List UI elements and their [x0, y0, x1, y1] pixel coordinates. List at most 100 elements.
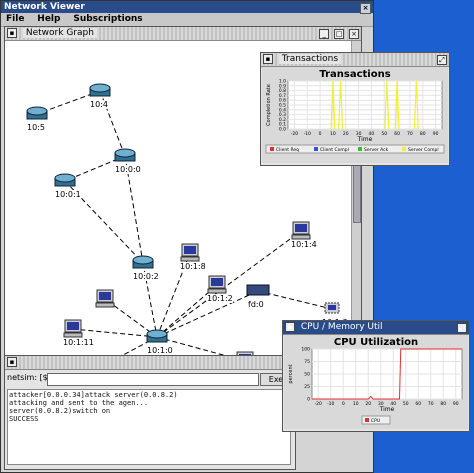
y-tick-label: 100 [301, 347, 310, 353]
x-tick-label: 10 [330, 131, 336, 137]
console-input-row: netsim: [$ Exe [7, 373, 292, 386]
transactions-titlebar[interactable]: ▪ Transactions ⤢ [261, 53, 449, 67]
node-label: 10:1:0 [147, 346, 173, 355]
x-tick-label: -10 [304, 131, 311, 137]
router-icon[interactable] [26, 106, 48, 120]
x-tick-label: 50 [381, 131, 387, 137]
x-tick-label: 70 [407, 131, 413, 137]
chart-title: Transactions [319, 69, 390, 80]
router-icon[interactable] [89, 83, 111, 97]
x-tick-label: 60 [415, 401, 421, 407]
cpu-titlebar[interactable]: ▪ CPU / Memory Util ⤢ [283, 321, 469, 335]
y-tick-label: 25 [304, 384, 310, 390]
x-tick-label: 90 [433, 131, 439, 137]
router-top [132, 255, 154, 265]
router-icon[interactable] [146, 329, 168, 343]
router-icon[interactable] [54, 173, 76, 187]
legend-swatch [365, 418, 369, 422]
x-tick-label: -10 [327, 401, 334, 407]
node-label: 10:5 [27, 123, 45, 132]
monitor-screen [211, 278, 223, 286]
switch-body [246, 284, 270, 296]
node-label: 10:1:4 [291, 240, 317, 249]
host-icon[interactable] [207, 275, 227, 294]
console-window: ▪ netsim: [$ Exe attacker[0.0.0.34]attac… [4, 355, 296, 470]
x-tick-label: 80 [440, 401, 446, 407]
console-line: SUCCESS [9, 415, 39, 423]
cpu-chart: CPU Utilization-20 -10 0 10 20 30 40 50 60 70 80 90… [284, 335, 468, 429]
menu-bar: File Help Subscriptions [1, 13, 373, 27]
app-title: Network Viewer [4, 2, 85, 12]
y-tick-label: 0 [307, 397, 310, 403]
node-label: 10:1:2 [207, 294, 233, 303]
node-label: 10:0:0 [115, 165, 141, 174]
menu-file[interactable]: File [6, 14, 24, 24]
legend-entry: Client Req [276, 147, 299, 153]
node-label: 10:0:1 [55, 190, 81, 199]
console-line: attacker[0.0.0.34]attack server(0.0.8.2) [9, 391, 178, 399]
host-icon[interactable] [95, 289, 115, 308]
y-axis-label: Completion Rate [266, 84, 272, 126]
legend-entry: Client Compl [320, 147, 349, 153]
window-menu-icon[interactable]: ▪ [7, 28, 17, 38]
window-menu-icon[interactable]: ▪ [263, 54, 273, 64]
graph-edge [72, 328, 158, 338]
node-label: 10:0:2 [133, 272, 159, 281]
router-top [89, 83, 111, 93]
x-tick-label: 80 [420, 131, 426, 137]
x-tick-label: -20 [291, 131, 298, 137]
x-tick-label: 20 [365, 401, 371, 407]
legend-entry: Server Compl [408, 147, 439, 153]
legend-swatch [270, 147, 274, 151]
x-tick-label: 10 [353, 401, 359, 407]
close-icon[interactable]: × [349, 29, 359, 39]
window-menu-icon[interactable]: ▪ [7, 357, 17, 367]
router-top [26, 106, 48, 116]
window-menu-icon[interactable]: ▪ [285, 322, 295, 332]
switch-icon[interactable] [246, 284, 270, 296]
x-tick-label: 60 [394, 131, 400, 137]
router-top [114, 148, 136, 158]
console-input[interactable] [47, 373, 259, 386]
transactions-chart: Transactions-20 -10 0 10 20 30 40 50 60 70 80 900.0… [262, 67, 448, 163]
x-tick-label: 0 [319, 131, 322, 137]
router-top [54, 173, 76, 183]
x-tick-label: 50 [403, 401, 409, 407]
cpu-title: CPU / Memory Util [300, 322, 383, 332]
node-label: 10:1:11 [63, 338, 94, 347]
legend-swatch [314, 147, 318, 151]
menu-help[interactable]: Help [37, 14, 60, 24]
network-graph-titlebar[interactable]: ▪ Network Graph _ □ × [5, 27, 361, 41]
host-icon[interactable] [180, 243, 200, 262]
app-titlebar[interactable]: Network Viewer × [1, 1, 373, 14]
minimize-icon[interactable]: _ [319, 29, 330, 39]
monitor-screen [184, 246, 196, 254]
maximize-icon[interactable]: □ [334, 29, 345, 39]
x-tick-label: 70 [428, 401, 434, 407]
legend-swatch [402, 147, 406, 151]
monitor-screen [295, 224, 307, 232]
router-top [146, 329, 168, 339]
keyboard [291, 234, 311, 240]
console-line: server(0.0.8.2)switch on [9, 407, 111, 415]
resize-icon[interactable]: ⤢ [457, 323, 467, 333]
resize-icon[interactable]: ⤢ [437, 55, 447, 65]
x-tick-label: -20 [315, 401, 322, 407]
printer-icon[interactable] [324, 302, 340, 314]
router-icon[interactable] [132, 255, 154, 269]
graph-edge [156, 230, 302, 338]
menu-subscriptions[interactable]: Subscriptions [73, 14, 142, 24]
host-icon[interactable] [291, 221, 311, 240]
y-tick-label: 1.0 [279, 79, 286, 85]
host-icon[interactable] [63, 319, 83, 338]
monitor-screen [67, 322, 79, 330]
router-icon[interactable] [114, 148, 136, 162]
y-axis-label: percent [288, 364, 294, 383]
transactions-window: ▪ Transactions ⤢ Transactions -20 -10 0 10 20… [260, 52, 450, 166]
console-titlebar[interactable]: ▪ [5, 356, 295, 370]
console-output: attacker[0.0.0.34]attack server(0.0.8.2)… [7, 389, 291, 465]
keyboard [63, 332, 83, 338]
keyboard [207, 288, 227, 294]
x-tick-label: 0 [342, 401, 345, 407]
close-icon[interactable]: × [360, 3, 371, 14]
